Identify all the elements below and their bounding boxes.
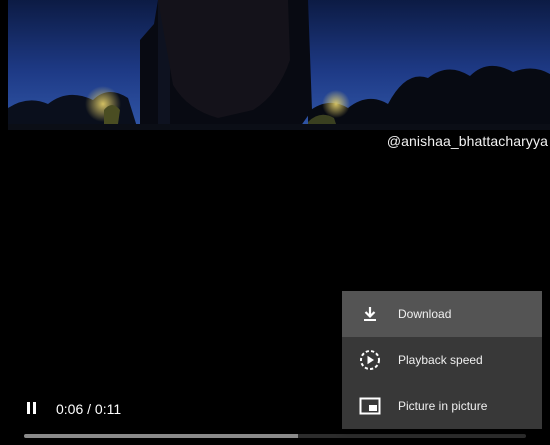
progress-bar-fill [24,434,298,438]
menu-item-playback-speed[interactable]: Playback speed [342,337,542,383]
pause-icon [27,402,36,414]
overflow-menu: Download Playback speed Picture in pictu… [342,291,542,429]
video-scene-image [8,0,550,130]
video-player[interactable]: @anishaa_bhattacharyya 0:06 / 0:11 Downl… [0,0,550,445]
video-frame[interactable] [8,0,550,130]
pause-button[interactable] [22,393,42,423]
menu-item-playback-speed-label: Playback speed [398,353,483,367]
menu-item-download[interactable]: Download [342,291,542,337]
download-icon [342,305,398,323]
menu-item-picture-in-picture[interactable]: Picture in picture [342,383,542,429]
menu-item-picture-in-picture-label: Picture in picture [398,399,488,413]
video-watermark-text: @anishaa_bhattacharyya [386,133,548,149]
picture-in-picture-icon [342,397,398,415]
progress-bar[interactable] [24,434,526,438]
playback-speed-icon [342,349,398,371]
menu-item-download-label: Download [398,307,452,321]
time-display: 0:06 / 0:11 [56,401,122,417]
